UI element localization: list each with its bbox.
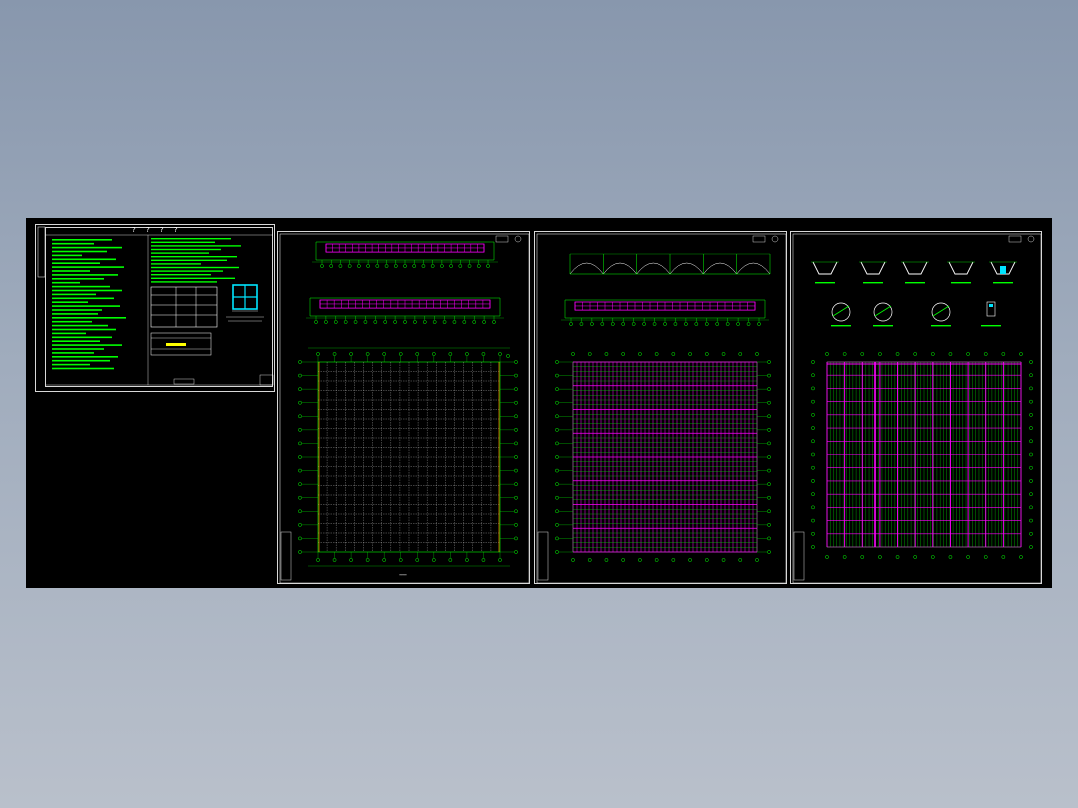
notes-sheet-content [37,226,274,386]
roof-framing-grid [555,352,771,562]
column-grid [298,347,518,567]
plan-1-corner-marks [495,235,522,243]
plan-1-caption: ━━━━ [398,573,406,577]
plan-3-corner-marks [1008,235,1035,243]
elevation-front [312,241,498,268]
notes-title-strip [37,226,46,278]
window-elevation [226,284,264,322]
cad-drawing-canvas[interactable]: ? ? ? ? ━━━━ [26,218,1052,588]
gutter-detail-row [811,261,1017,284]
arch-truss-section [569,253,771,275]
plan-2-content [536,233,787,584]
notes-title-block [45,374,274,386]
schedule-table [150,286,218,328]
elevation-roof-framing [561,299,769,326]
elevation-side [306,297,504,324]
plan-1-content: ━━━━ [279,233,530,584]
plan-3-content [792,233,1042,584]
sheet-design-notes[interactable]: ? ? ? ? [35,224,275,392]
legend-table [150,332,212,356]
sheet-purlin-layout[interactable] [790,231,1042,584]
sheet-column-grid-plan[interactable]: ━━━━ [277,231,530,584]
plan-2-corner-marks [752,235,779,243]
plan-1-side-strip [280,531,292,581]
sheet-roof-framing-plan[interactable] [534,231,787,584]
connection-detail-row [831,301,1001,327]
notes-text-lines [45,234,273,385]
purlin-grid [811,352,1033,559]
